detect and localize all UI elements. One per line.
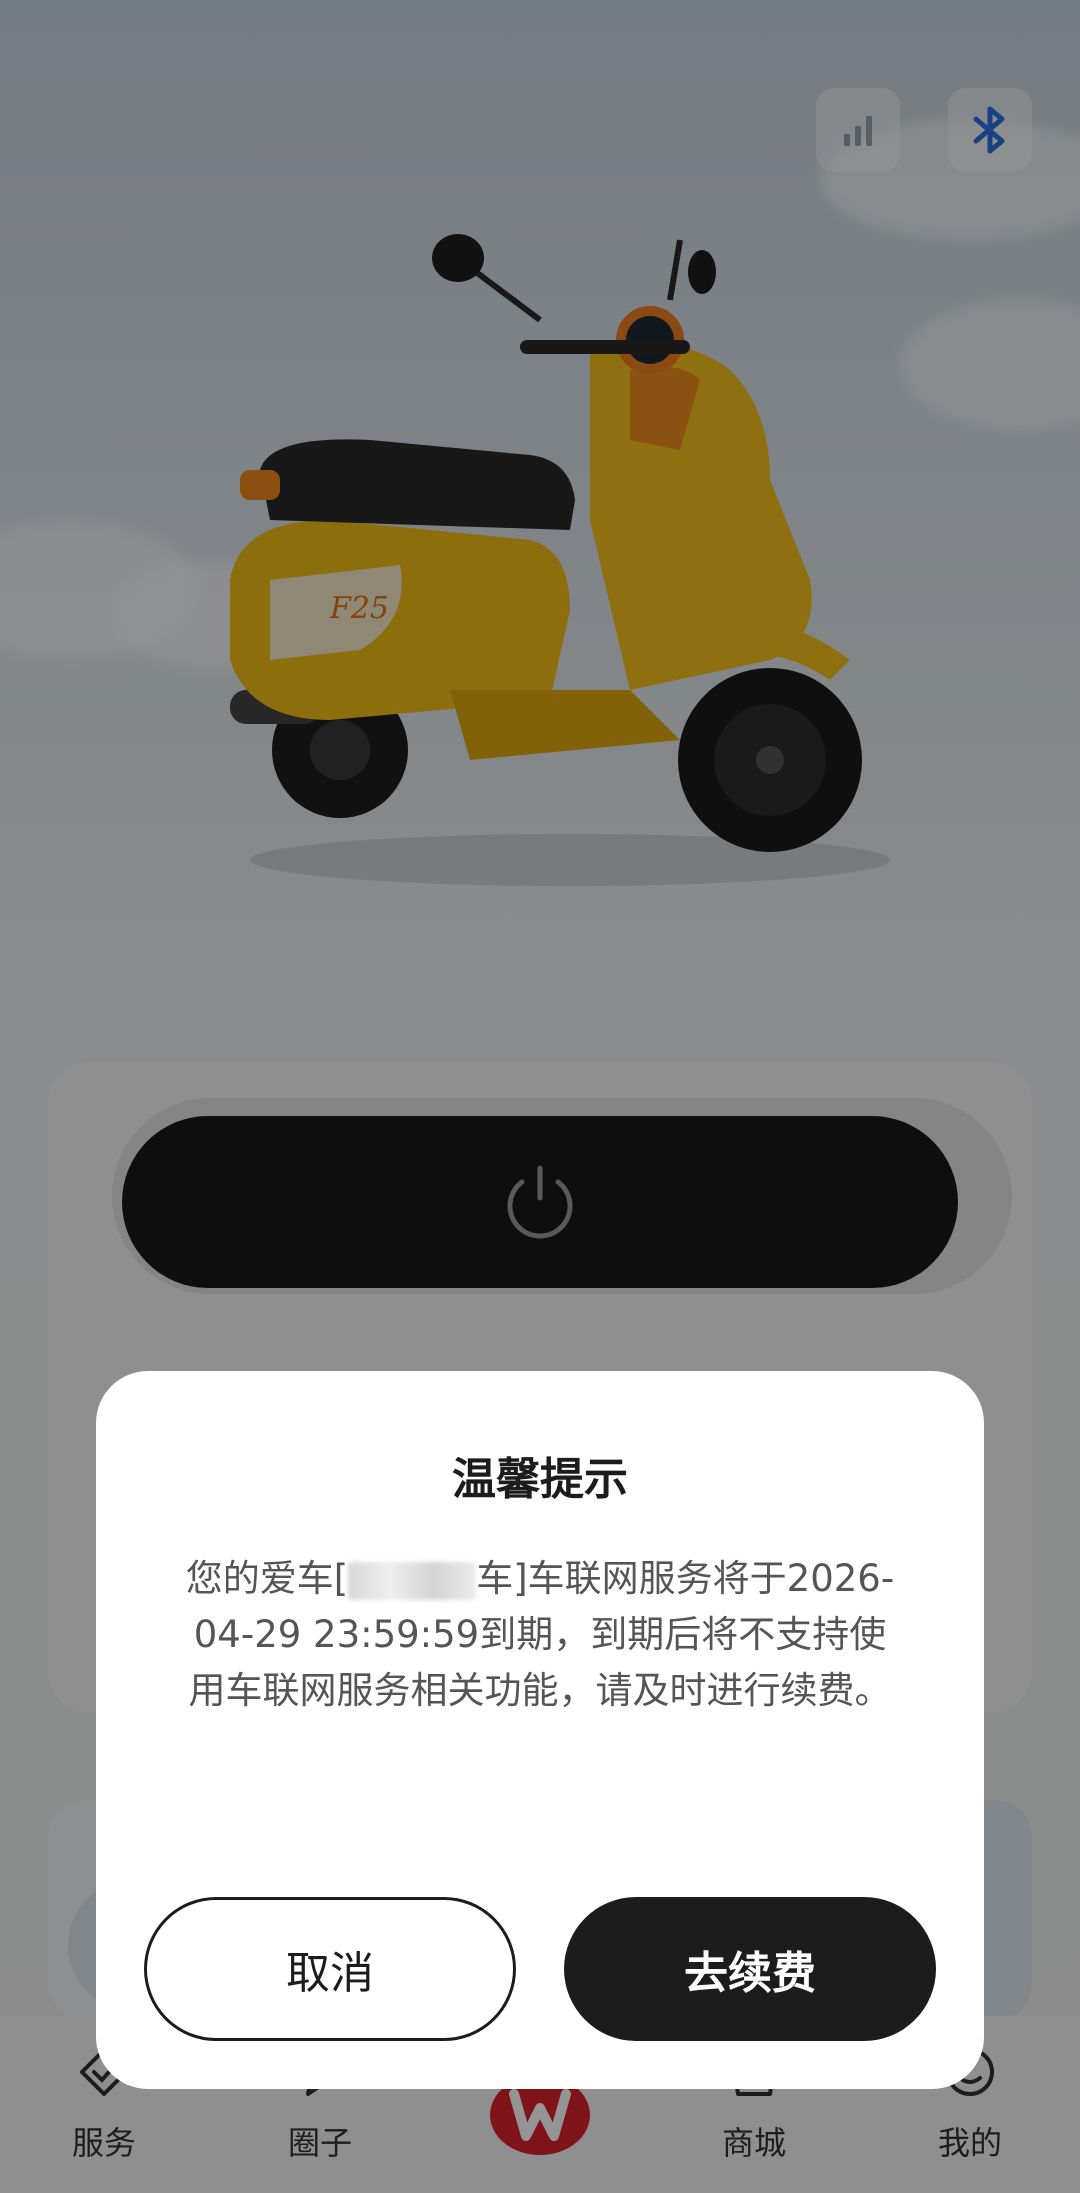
home-page: F25 服务 圈子 商城 我的 温馨提示 您的爱车[车]车联网服务将于2026…	[0, 0, 1080, 2193]
dialog-title: 温馨提示	[452, 1454, 628, 1505]
dialog-message-prefix: 您的爱车[	[185, 1557, 349, 1600]
cancel-button[interactable]: 取消	[144, 1897, 516, 2041]
redacted-vehicle-name	[348, 1561, 477, 1600]
renewal-dialog: 温馨提示 您的爱车[车]车联网服务将于2026-04-29 23:59:59到期…	[96, 1371, 984, 2089]
dialog-message: 您的爱车[车]车联网服务将于2026-04-29 23:59:59到期，到期后将…	[180, 1551, 900, 1719]
renew-button[interactable]: 去续费	[564, 1897, 936, 2041]
